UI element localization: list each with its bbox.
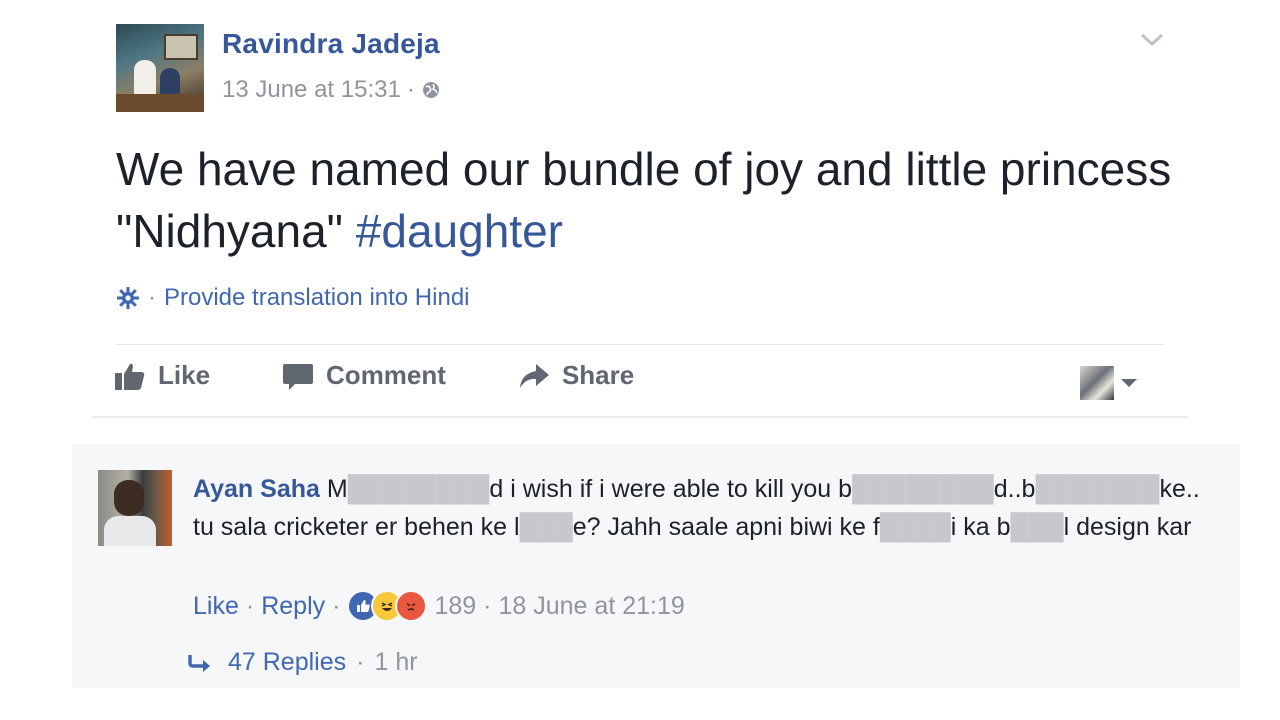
reaction-count[interactable]: 189 (434, 592, 476, 621)
translation-row: · Provide translation into Hindi (116, 284, 470, 312)
avatar-photo-face (114, 480, 144, 516)
comment-timestamp[interactable]: 18 June at 21:19 (499, 592, 685, 621)
meta-separator: · (406, 76, 415, 103)
thumbs-up-icon (115, 363, 145, 390)
reply-arrow-icon (188, 654, 210, 672)
comment-segment: d..b (993, 475, 1036, 503)
share-label: Share (561, 360, 635, 390)
translation-link[interactable]: Provide translation into Hindi (164, 284, 470, 312)
post-meta: 13 June at 15:31 · (222, 76, 441, 104)
hashtag-link[interactable]: #daughter (356, 205, 563, 257)
commenter-avatar[interactable] (98, 470, 172, 546)
censored-word: ███████ (1035, 475, 1160, 503)
post-author-avatar[interactable] (116, 24, 204, 112)
caret-down-icon (1121, 379, 1137, 387)
replies-time: 1 hr (374, 648, 418, 676)
translation-separator: · (148, 284, 156, 311)
like-button[interactable]: Like (114, 360, 210, 391)
comment-label: Comment (326, 360, 446, 390)
meta-separator: · (332, 591, 341, 620)
comment-bubble-icon (283, 363, 314, 390)
comment-segment: e? Jahh saale apni biwi ke f (572, 513, 880, 541)
censored-word: ████ (879, 513, 951, 541)
comment-segment: i ka b (950, 513, 1011, 541)
reaction-audience-selector[interactable] (1080, 366, 1138, 400)
comment-segment: M (326, 475, 348, 503)
meta-separator: · (245, 591, 255, 620)
comment-segment: d i wish if i were able to kill you b (489, 475, 853, 503)
divider (92, 416, 1188, 418)
censored-word: ███ (519, 513, 573, 541)
avatar-photo-frame (164, 34, 198, 60)
comment-meta: Like · Reply · 189 · 18 June at 21:19 (193, 590, 685, 622)
globe-icon (422, 82, 439, 98)
avatar-photo-shirt (104, 516, 156, 546)
replies-count-link[interactable]: 47 Replies (228, 648, 346, 677)
comment-segment: l design kar (1063, 513, 1192, 541)
censored-word: ███ (1010, 513, 1064, 541)
comment-button[interactable]: Comment (282, 360, 446, 391)
post-action-bar: Like Comment Share (114, 360, 706, 391)
meta-separator: · (483, 591, 492, 620)
post-text: We have named our bundle of joy and litt… (116, 138, 1196, 262)
censored-word: ████████ (852, 475, 994, 503)
page-avatar (1080, 366, 1114, 400)
commenter-name[interactable]: Ayan Saha (193, 475, 320, 503)
share-button[interactable]: Share (518, 360, 634, 391)
reactions-summary[interactable] (347, 590, 428, 622)
gear-icon (117, 287, 139, 309)
avatar-photo-floor (116, 94, 204, 112)
angry-reaction-icon (395, 590, 428, 622)
comment-like-link[interactable]: Like (193, 592, 239, 621)
like-label: Like (158, 360, 211, 390)
comment-body: M████████d i wish if i were able to kill… (193, 475, 1200, 541)
post-timestamp[interactable]: 13 June at 15:31 (222, 76, 401, 104)
divider (116, 344, 1164, 345)
post-author-name[interactable]: Ravindra Jadeja (222, 28, 440, 60)
comment-text: Ayan Saha M████████d i wish if i were ab… (193, 470, 1203, 546)
view-replies-row[interactable]: 47 Replies · 1 hr (186, 648, 418, 677)
meta-separator: · (356, 648, 365, 676)
comment-reply-link[interactable]: Reply (261, 592, 325, 621)
post-body-text: We have named our bundle of joy and litt… (116, 143, 1172, 257)
chevron-down-icon[interactable] (1138, 30, 1166, 50)
censored-word: ████████ (347, 475, 490, 503)
share-arrow-icon (519, 363, 549, 388)
